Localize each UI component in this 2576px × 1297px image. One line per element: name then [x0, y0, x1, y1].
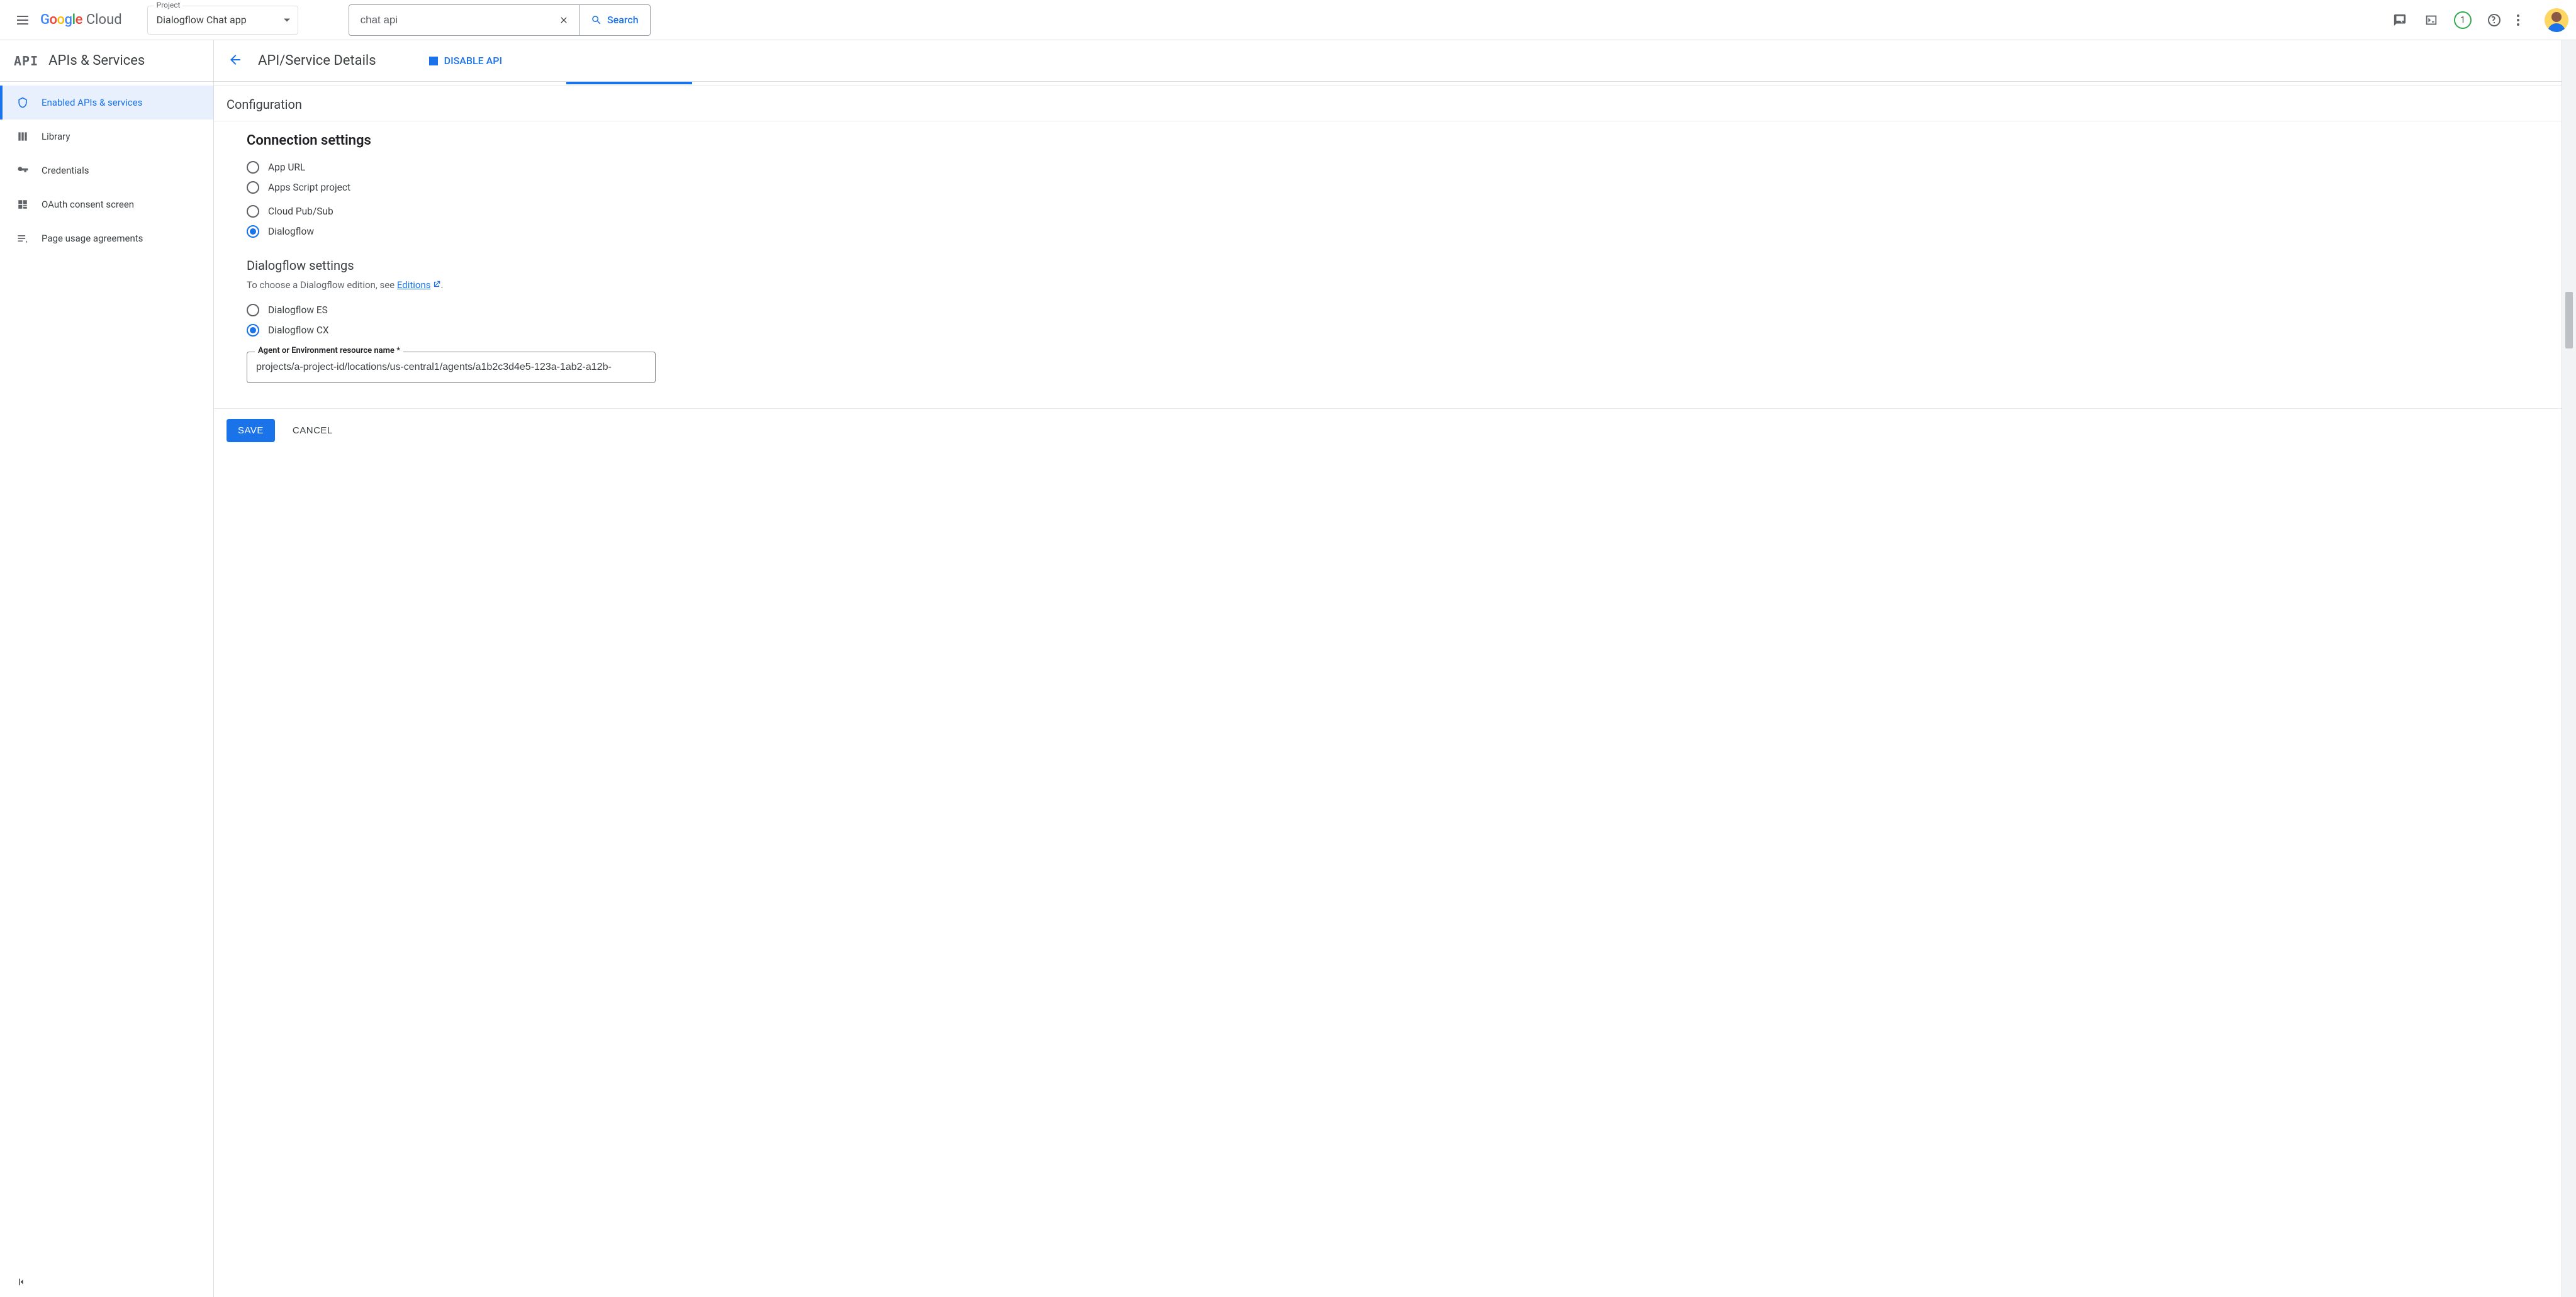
connection-option-dialogflow[interactable]: Dialogflow [247, 221, 2562, 242]
connection-option-apps-script[interactable]: Apps Script project [247, 177, 2562, 198]
project-picker-label: Project [154, 1, 183, 9]
sidebar-item-label: Credentials [42, 165, 89, 176]
active-tab-indicator [566, 82, 692, 84]
sidebar-item-label: Page usage agreements [42, 233, 143, 244]
clear-search-icon[interactable] [549, 15, 579, 25]
google-cloud-logo[interactable]: Google Cloud [40, 12, 122, 28]
dialogflow-option-cx[interactable]: Dialogflow CX [247, 320, 2562, 340]
sidebar-item-label: OAuth consent screen [42, 199, 134, 210]
search-button-label: Search [607, 14, 639, 26]
agent-resource-name-input[interactable] [247, 352, 655, 382]
editions-link[interactable]: Editions [397, 279, 431, 291]
radio-icon [247, 324, 259, 337]
page-header: API/Service Details DISABLE API [214, 40, 2562, 82]
tab-strip [214, 82, 2562, 86]
radio-label: Dialogflow CX [268, 325, 329, 336]
search-box: Search [349, 4, 651, 36]
top-bar: Google Cloud Project Dialogflow Chat app… [0, 0, 2576, 40]
feedback-icon[interactable] [2391, 11, 2409, 29]
radio-label: Cloud Pub/Sub [268, 206, 333, 217]
cancel-button[interactable]: CANCEL [293, 425, 333, 436]
radio-label: Apps Script project [268, 182, 350, 193]
scrollbar-track[interactable] [2562, 40, 2576, 1297]
enabled-apis-icon [16, 96, 29, 109]
save-button[interactable]: SAVE [227, 419, 275, 442]
disable-api-label: DISABLE API [444, 55, 502, 67]
chevron-down-icon [284, 18, 290, 21]
disable-api-button[interactable]: DISABLE API [429, 55, 502, 67]
page-title: API/Service Details [258, 53, 376, 69]
search-icon [591, 14, 602, 26]
menu-icon[interactable] [8, 5, 38, 35]
radio-icon [247, 304, 259, 316]
sidebar-item-page-usage[interactable]: Page usage agreements [0, 221, 213, 255]
help-icon[interactable] [2485, 11, 2503, 29]
configuration-heading: Configuration [214, 97, 2562, 121]
connection-settings-heading: Connection settings [247, 133, 2562, 148]
field-label: Agent or Environment resource name * [255, 346, 403, 355]
sidebar-product-header[interactable]: API APIs & Services [0, 40, 213, 82]
back-arrow-icon[interactable] [228, 52, 243, 70]
sidebar-item-label: Enabled APIs & services [42, 97, 142, 108]
agreements-icon [16, 232, 29, 245]
account-avatar[interactable] [2545, 8, 2568, 32]
stop-icon [429, 57, 438, 65]
connection-option-app-url[interactable]: App URL [247, 157, 2562, 177]
project-picker[interactable]: Project Dialogflow Chat app [147, 6, 298, 35]
google-wordmark: Google [40, 12, 82, 28]
collapse-sidebar-icon[interactable] [0, 1267, 213, 1297]
dialogflow-option-es[interactable]: Dialogflow ES [247, 300, 2562, 320]
form-actions: SAVE CANCEL [214, 408, 2562, 452]
connection-option-pubsub[interactable]: Cloud Pub/Sub [247, 201, 2562, 221]
sidebar-item-oauth-consent[interactable]: OAuth consent screen [0, 187, 213, 221]
cloud-wordmark: Cloud [86, 12, 122, 28]
dialogflow-helper-text: To choose a Dialogflow edition, see Edit… [247, 279, 2562, 291]
cloud-shell-icon[interactable] [2422, 11, 2440, 29]
sidebar-nav: Enabled APIs & services Library Credenti… [0, 82, 213, 255]
sidebar: API APIs & Services Enabled APIs & servi… [0, 40, 214, 1297]
agent-resource-name-field: Agent or Environment resource name * [247, 352, 656, 383]
main-content: API/Service Details DISABLE API Configur… [214, 40, 2562, 1297]
key-icon [16, 164, 29, 177]
radio-icon [247, 205, 259, 218]
sidebar-item-enabled-apis[interactable]: Enabled APIs & services [0, 86, 213, 120]
sidebar-product-title: APIs & Services [48, 53, 145, 69]
scrollbar-thumb[interactable] [2565, 292, 2573, 348]
external-link-icon [432, 280, 441, 291]
search-input[interactable] [349, 14, 549, 26]
radio-icon [247, 161, 259, 174]
radio-icon [247, 181, 259, 194]
sidebar-item-label: Library [42, 131, 70, 142]
dialogflow-settings-heading: Dialogflow settings [247, 258, 2562, 273]
library-icon [16, 130, 29, 143]
top-utility-icons: 1 [2391, 8, 2568, 32]
notification-count: 1 [2460, 15, 2465, 25]
project-name: Dialogflow Chat app [157, 14, 247, 26]
search-button[interactable]: Search [580, 5, 650, 35]
sidebar-item-credentials[interactable]: Credentials [0, 153, 213, 187]
radio-icon [247, 225, 259, 238]
api-icon: API [14, 53, 38, 69]
more-menu-icon[interactable] [2517, 14, 2519, 26]
radio-label: App URL [268, 162, 305, 173]
notifications-badge[interactable]: 1 [2454, 11, 2472, 29]
sidebar-item-library[interactable]: Library [0, 120, 213, 153]
radio-label: Dialogflow ES [268, 304, 328, 316]
radio-label: Dialogflow [268, 226, 314, 237]
consent-icon [16, 198, 29, 211]
